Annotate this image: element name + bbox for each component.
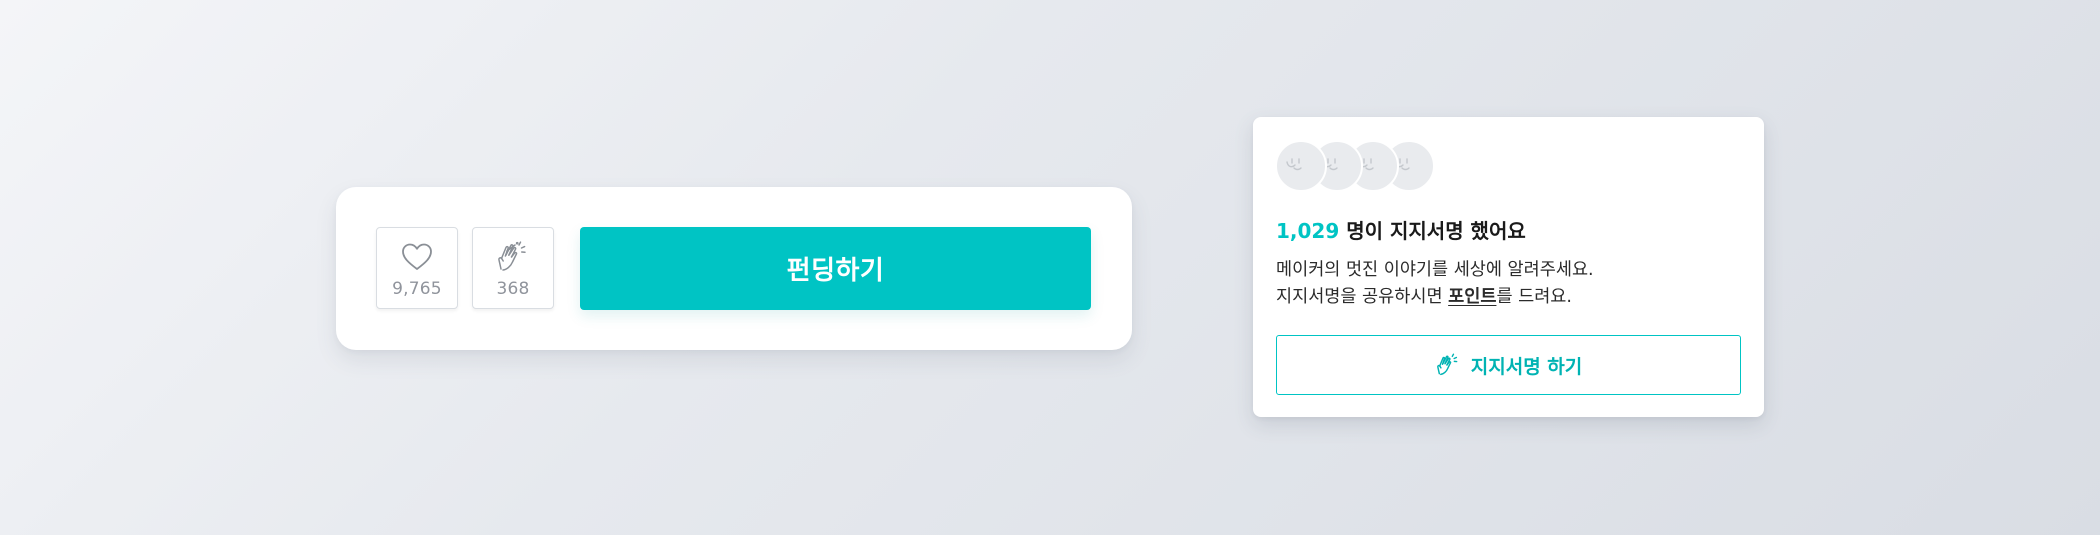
support-description-line-2: 지지서명을 공유하시면 포인트를 드려요. xyxy=(1276,284,1594,311)
heart-icon xyxy=(399,239,435,275)
like-button[interactable]: 9,765 xyxy=(376,227,458,309)
supporter-count-number: 1,029 xyxy=(1276,219,1340,243)
support-description-line-1: 메이커의 멋진 이야기를 세상에 알려주세요. xyxy=(1276,260,1594,280)
supporter-avatars xyxy=(1275,140,1445,192)
smiley-avatar-icon xyxy=(1275,140,1327,192)
supporter-count-suffix: 명이 지지서명 했어요 xyxy=(1339,219,1526,243)
point-text: 포인트 xyxy=(1448,287,1497,307)
sign-support-label: 지지서명 하기 xyxy=(1470,355,1583,378)
funding-card: 9,765 368 펀딩하기 xyxy=(336,187,1132,350)
clapping-hands-icon xyxy=(495,239,531,275)
support-description: 메이커의 멋진 이야기를 세상에 알려주세요. 지지서명을 공유하시면 포인트를… xyxy=(1276,257,1594,311)
clapping-hands-icon xyxy=(1435,352,1461,378)
cheer-count: 368 xyxy=(496,279,530,299)
cheer-button[interactable]: 368 xyxy=(472,227,554,309)
fund-button[interactable]: 펀딩하기 xyxy=(580,227,1091,310)
supporter-count-heading: 1,029 명이 지지서명 했어요 xyxy=(1276,215,1526,244)
desc-line-2-prefix: 지지서명을 공유하시면 xyxy=(1276,287,1449,307)
desc-line-2-suffix: 를 드려요. xyxy=(1496,287,1572,307)
like-count: 9,765 xyxy=(392,279,442,299)
sign-support-button[interactable]: 지지서명 하기 xyxy=(1276,335,1741,395)
support-card: 1,029 명이 지지서명 했어요 메이커의 멋진 이야기를 세상에 알려주세요… xyxy=(1253,117,1764,417)
